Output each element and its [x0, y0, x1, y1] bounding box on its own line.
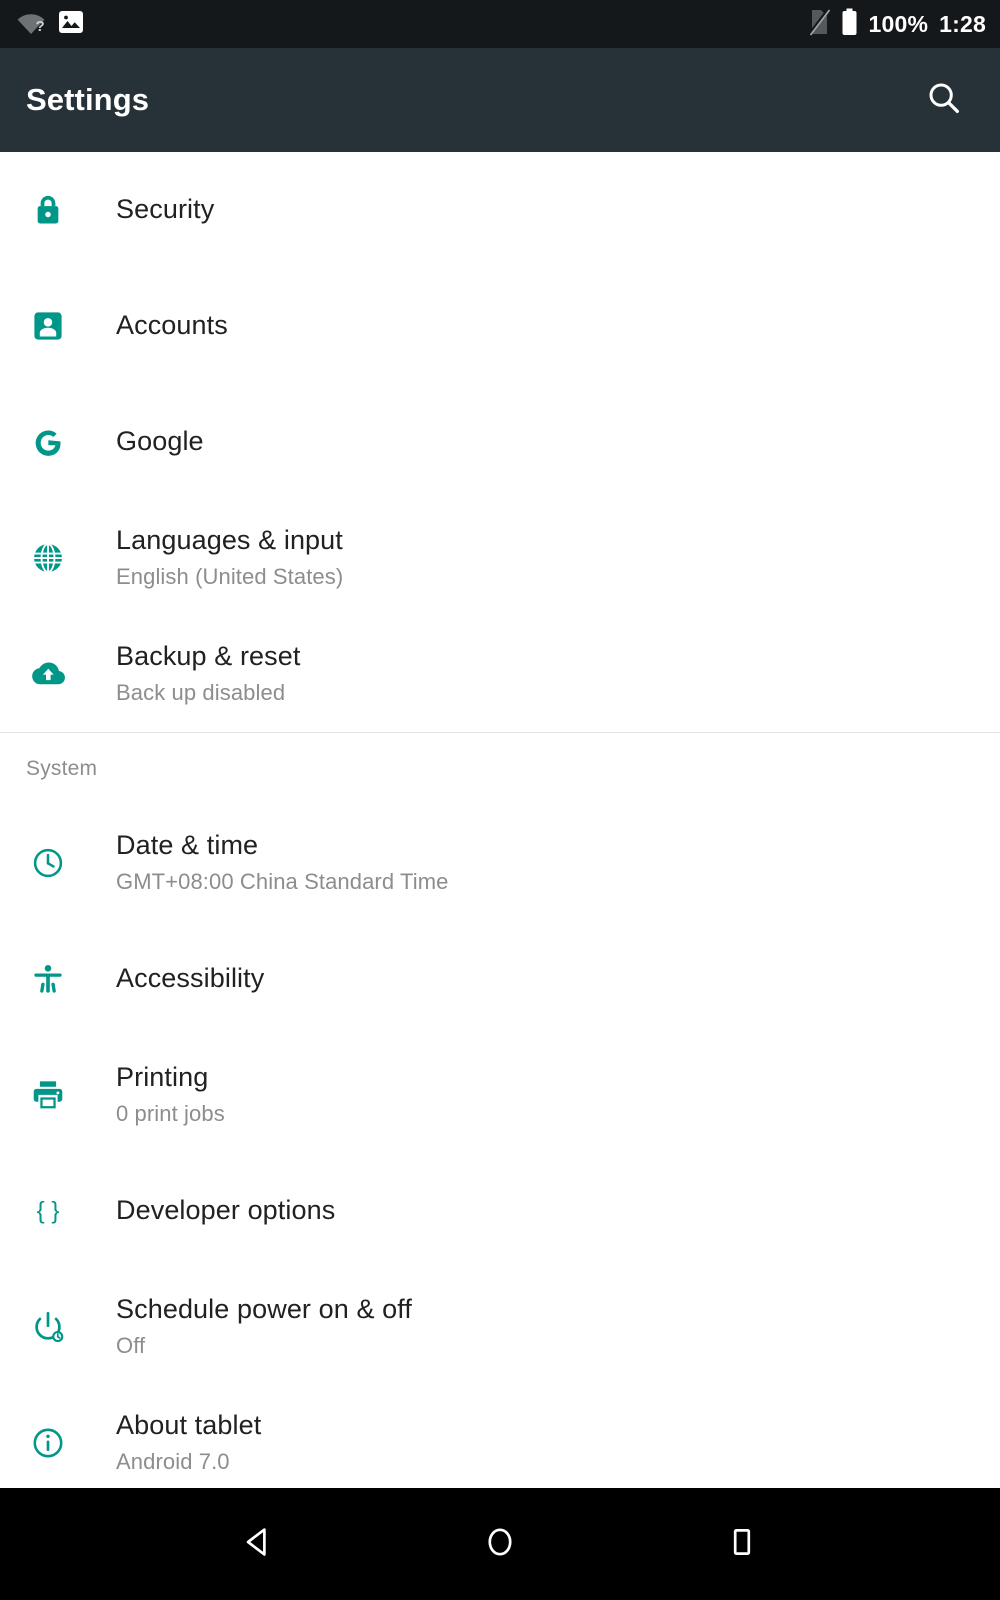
list-item-title: Google: [116, 426, 204, 457]
globe-icon: [24, 534, 72, 582]
android-settings-screen: ? 100% 1:28 Settings Security Accounts G…: [0, 0, 1000, 1600]
list-item-text: Security: [116, 194, 214, 226]
printer-icon: [24, 1071, 72, 1119]
list-item-text: Google: [116, 426, 204, 458]
battery-full-icon: [841, 8, 858, 41]
status-bar-left-icons: ?: [16, 9, 84, 40]
wifi-question-icon: ?: [16, 9, 46, 40]
search-icon: [925, 79, 963, 122]
home-circle-icon: [483, 1525, 517, 1564]
screenshot-image-icon: [58, 9, 84, 40]
list-item-languages-and-input[interactable]: Languages & input English (United States…: [0, 500, 1000, 616]
list-item-title: Printing: [116, 1062, 209, 1093]
home-button[interactable]: [464, 1508, 536, 1580]
power-schedule-icon: [24, 1303, 72, 1351]
list-item-subtitle: English (United States): [116, 564, 344, 590]
list-item-text: Printing 0 print jobs: [116, 1062, 225, 1127]
list-item-text: Developer options: [116, 1195, 335, 1227]
list-item-title: Date & time: [116, 830, 259, 861]
list-item-text: Schedule power on & off Off: [116, 1294, 412, 1359]
svg-text:?: ?: [36, 18, 45, 35]
page-title: Settings: [26, 82, 150, 117]
list-item-text: Languages & input English (United States…: [116, 525, 343, 590]
google-g-icon: [24, 418, 72, 466]
cloud-upload-icon: [24, 650, 72, 698]
list-item-schedule-power-on-off[interactable]: Schedule power on & off Off: [0, 1269, 1000, 1385]
accessibility-icon: [24, 955, 72, 1003]
list-item-accounts[interactable]: Accounts: [0, 268, 1000, 384]
list-item-subtitle: Android 7.0: [116, 1449, 230, 1475]
list-item-text: Accounts: [116, 310, 228, 342]
list-item-text: About tablet Android 7.0: [116, 1410, 261, 1475]
list-item-security[interactable]: Security: [0, 152, 1000, 268]
list-item-about-tablet[interactable]: About tablet Android 7.0: [0, 1385, 1000, 1488]
list-item-accessibility[interactable]: Accessibility: [0, 921, 1000, 1037]
list-item-date-and-time[interactable]: Date & time GMT+08:00 China Standard Tim…: [0, 805, 1000, 921]
svg-text:{ }: { }: [37, 1198, 60, 1225]
list-item-title: Languages & input: [116, 525, 343, 556]
section-header-system: System: [26, 757, 98, 780]
list-item-subtitle: 0 print jobs: [116, 1101, 225, 1127]
list-item-title: Backup & reset: [116, 641, 301, 672]
app-bar: Settings: [0, 48, 1000, 152]
list-item-text: Accessibility: [116, 963, 264, 995]
list-item-title: Accessibility: [116, 963, 265, 994]
list-item-text: Backup & reset Back up disabled: [116, 641, 301, 706]
battery-percent-label: 100%: [868, 10, 929, 37]
list-item-backup-and-reset[interactable]: Backup & reset Back up disabled: [0, 616, 1000, 732]
settings-list: Security Accounts Google Languages & inp…: [0, 152, 1000, 1488]
list-item-title: About tablet: [116, 1410, 262, 1441]
back-triangle-icon: [241, 1525, 275, 1564]
navigation-bar: [0, 1488, 1000, 1600]
status-clock: 1:28: [939, 10, 986, 37]
search-button[interactable]: [916, 72, 972, 128]
list-item-title: Developer options: [116, 1195, 336, 1226]
list-item-title: Security: [116, 194, 215, 225]
list-item-text: Date & time GMT+08:00 China Standard Tim…: [116, 830, 448, 895]
recents-button[interactable]: [706, 1508, 778, 1580]
list-item-title: Accounts: [116, 310, 228, 341]
list-item-printing[interactable]: Printing 0 print jobs: [0, 1037, 1000, 1153]
list-item-title: Schedule power on & off: [116, 1294, 413, 1325]
list-item-developer-options[interactable]: { } Developer options: [0, 1153, 1000, 1269]
clock-icon: [24, 839, 72, 887]
list-item-subtitle: Back up disabled: [116, 680, 286, 706]
braces-icon: { }: [24, 1187, 72, 1235]
account-box-icon: [24, 302, 72, 350]
list-item-google[interactable]: Google: [0, 384, 1000, 500]
status-bar: ? 100% 1:28: [0, 0, 1000, 48]
list-item-subtitle: GMT+08:00 China Standard Time: [116, 869, 449, 895]
info-circle-icon: [24, 1419, 72, 1467]
recents-square-icon: [725, 1525, 759, 1564]
lock-icon: [24, 186, 72, 234]
status-bar-right-icons: 100% 1:28: [807, 7, 986, 41]
list-item-subtitle: Off: [116, 1333, 146, 1359]
back-button[interactable]: [222, 1508, 294, 1580]
sim-card-off-icon: [807, 7, 830, 41]
